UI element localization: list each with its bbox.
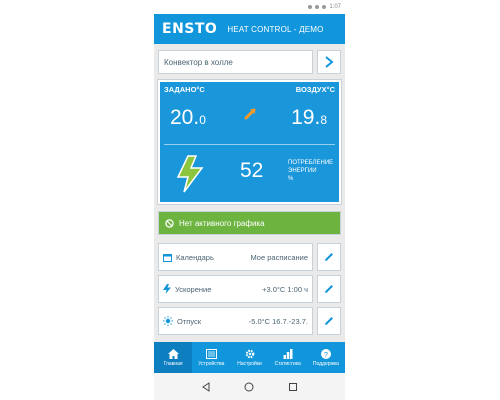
device-selector-row: Конвектор в холле xyxy=(158,50,341,74)
energy-label-line2: ЭНЕРГИИ xyxy=(288,168,317,174)
signal-icon xyxy=(308,5,313,9)
nav-statistics[interactable]: Статистика xyxy=(269,342,307,373)
nav-support-label: Поддержка xyxy=(312,360,339,367)
chevron-right-icon xyxy=(325,56,334,68)
nav-settings[interactable]: Настройки xyxy=(230,342,268,373)
pencil-icon xyxy=(325,317,333,325)
calendar-label: Календарь xyxy=(176,252,214,262)
boost-item[interactable]: Ускорение +3.0°C 1:00 ч xyxy=(158,275,313,303)
bolt-icon xyxy=(163,284,171,294)
status-bar: 1:07 xyxy=(154,0,345,14)
set-temp-label: ЗАДАНО°C xyxy=(164,85,205,94)
boost-value: +3.0°C 1:00 ч xyxy=(262,284,308,294)
vacation-value: -5.0°C 16.7.-23.7. xyxy=(248,316,308,326)
air-temperature: 19.8 xyxy=(291,106,327,130)
energy-value: 52 xyxy=(240,159,264,182)
air-temp-dec: 8 xyxy=(320,113,327,127)
phone-screen: 1:07 ENSTO HEAT CONTROL - ДЕМО Конвектор… xyxy=(154,0,345,400)
status-time: 1:07 xyxy=(329,4,341,10)
battery-icon xyxy=(322,5,327,9)
bottom-nav: Главная Устройства Настройки Статистика … xyxy=(154,342,345,373)
no-schedule-icon xyxy=(165,218,174,228)
back-icon[interactable] xyxy=(201,381,211,392)
device-name: Конвектор в холле xyxy=(164,57,233,67)
calendar-item[interactable]: Календарь Мое расписание xyxy=(158,243,313,271)
nav-devices[interactable]: Устройства xyxy=(192,342,230,373)
bar-chart-icon xyxy=(283,348,293,359)
edit-calendar-button[interactable] xyxy=(317,243,341,271)
energy-label-line1: ПОТРЕБЛЕНИЕ xyxy=(288,160,334,166)
pencil-icon xyxy=(325,253,333,261)
nav-statistics-label: Статистика xyxy=(274,360,301,367)
svg-text:?: ? xyxy=(324,352,328,359)
set-temp-int: 20. xyxy=(170,106,200,129)
boost-label: Ускорение xyxy=(175,284,212,294)
vacation-label: Отпуск xyxy=(177,316,202,326)
help-icon: ? xyxy=(320,348,331,359)
nav-devices-label: Устройства xyxy=(198,360,225,367)
nav-settings-label: Настройки xyxy=(237,360,262,367)
next-device-button[interactable] xyxy=(317,50,341,74)
home-icon xyxy=(167,348,179,359)
nav-home[interactable]: Главная xyxy=(154,342,193,373)
system-nav-bar xyxy=(154,373,345,400)
edit-boost-button[interactable] xyxy=(317,275,341,303)
heating-arrow-icon xyxy=(244,108,256,120)
calendar-icon xyxy=(163,253,172,262)
thermostat-panel: ЗАДАНО°C ВОЗДУХ°C 20.0 19.8 52 ПОТРЕБЛЕН… xyxy=(157,79,342,205)
pencil-icon xyxy=(325,285,333,293)
devices-icon xyxy=(205,348,217,359)
boost-row: Ускорение +3.0°C 1:00 ч xyxy=(158,275,341,303)
app-header: ENSTO HEAT CONTROL - ДЕМО xyxy=(154,14,345,44)
sun-icon xyxy=(163,316,173,326)
vacation-row: Отпуск -5.0°C 16.7.-23.7. xyxy=(158,307,341,335)
calendar-value: Мое расписание xyxy=(250,252,308,262)
schedule-status-text: Нет активного графика xyxy=(179,218,265,228)
home-circle-icon[interactable] xyxy=(244,382,254,392)
calendar-row: Календарь Мое расписание xyxy=(158,243,341,271)
nav-support[interactable]: ? Поддержка xyxy=(307,342,345,373)
energy-bolt-icon xyxy=(176,155,204,193)
set-temperature[interactable]: 20.0 xyxy=(170,106,206,130)
energy-label-unit: % xyxy=(288,176,294,182)
edit-vacation-button[interactable] xyxy=(317,307,341,335)
ensto-logo: ENSTO xyxy=(162,21,218,37)
air-temp-int: 19. xyxy=(291,106,321,129)
set-temp-dec: 0 xyxy=(199,113,206,127)
app-title: HEAT CONTROL - ДЕМО xyxy=(227,24,324,34)
gear-icon xyxy=(245,349,254,358)
wifi-icon xyxy=(315,5,320,9)
recents-icon[interactable] xyxy=(288,382,298,392)
energy-label: ПОТРЕБЛЕНИЕ ЭНЕРГИИ % xyxy=(288,159,333,183)
nav-home-label: Главная xyxy=(163,360,183,367)
device-selector[interactable]: Конвектор в холле xyxy=(158,50,313,74)
air-temp-label: ВОЗДУХ°C xyxy=(295,85,335,94)
schedule-status-bar[interactable]: Нет активного графика xyxy=(158,211,341,235)
vacation-item[interactable]: Отпуск -5.0°C 16.7.-23.7. xyxy=(158,307,313,335)
